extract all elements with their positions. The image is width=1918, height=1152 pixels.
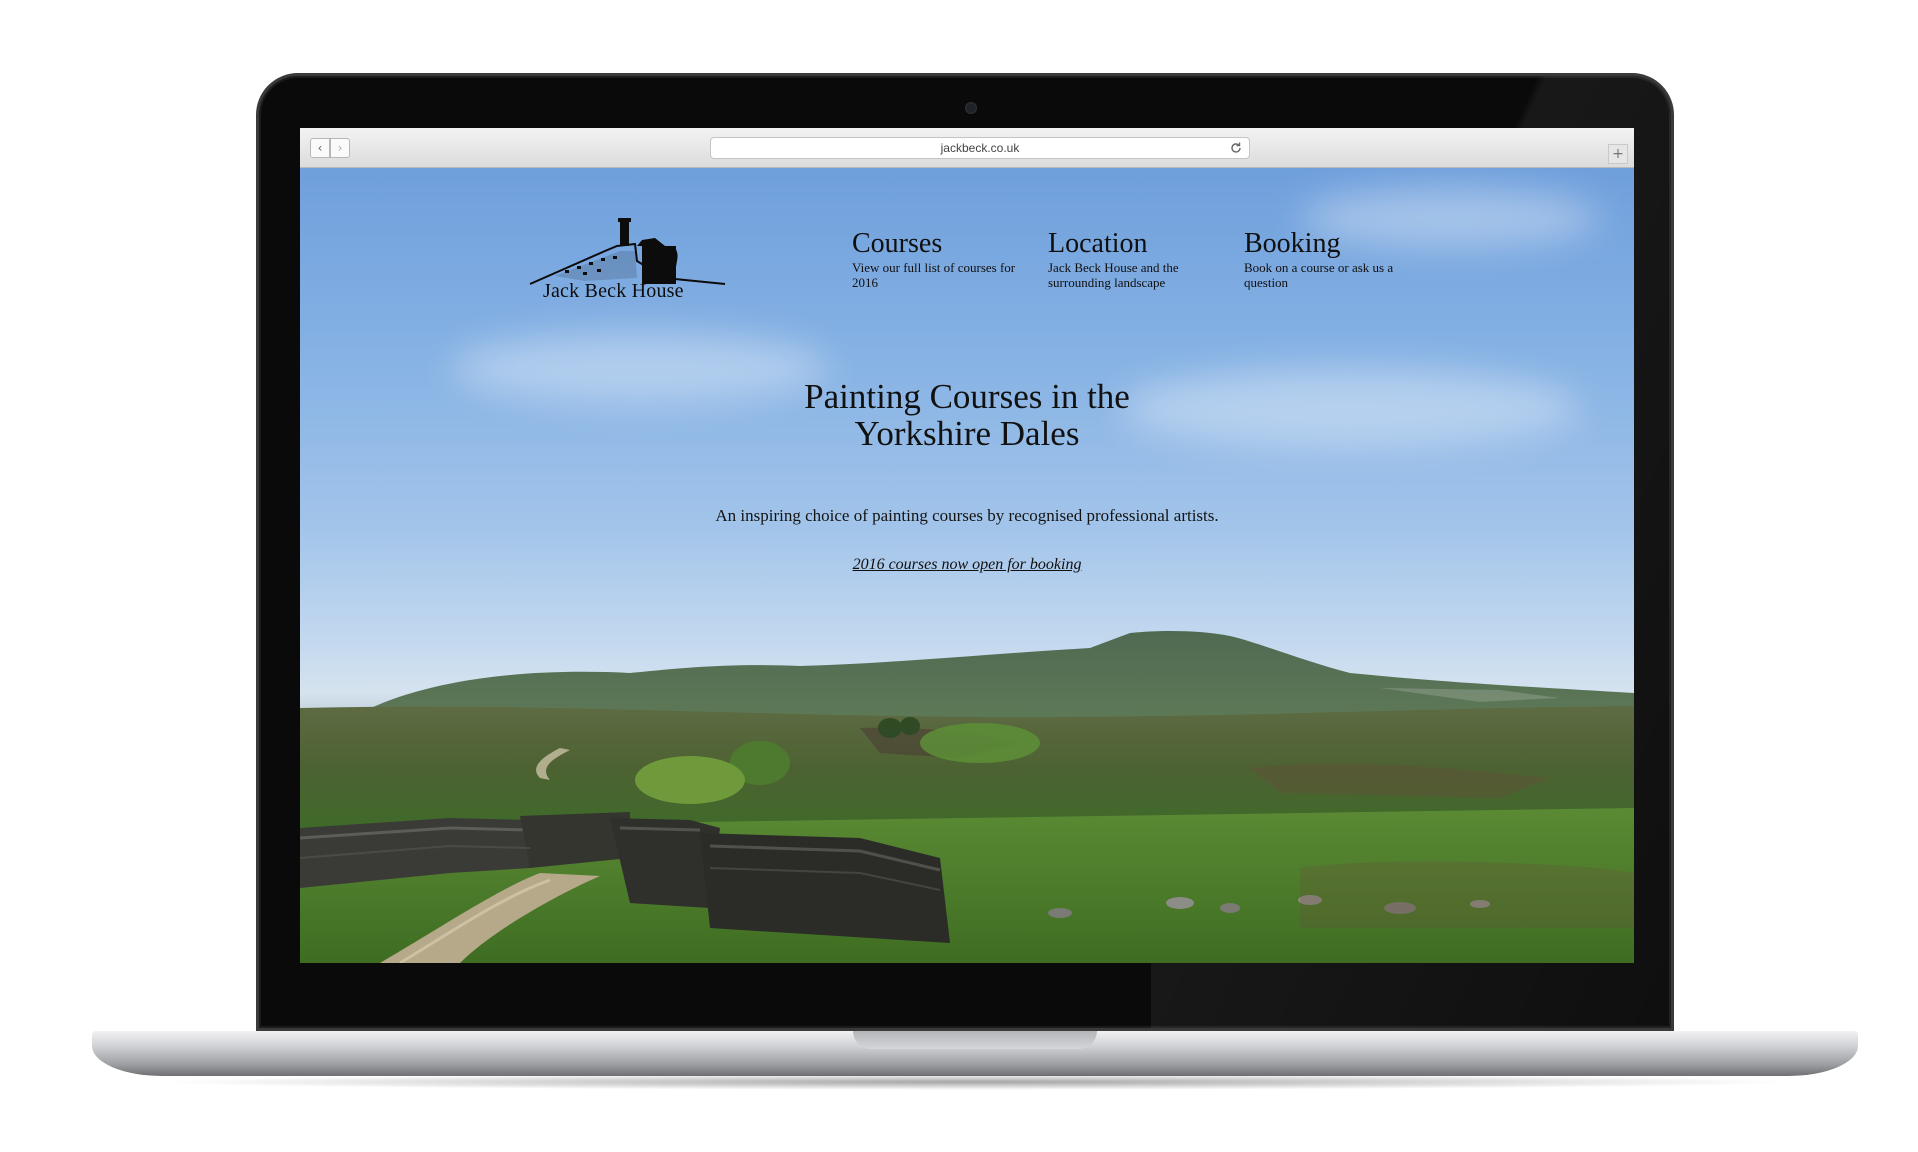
reload-icon[interactable] (1229, 141, 1243, 155)
base-shadow (150, 1074, 1800, 1090)
hero-title-line-1: Painting Courses in the (804, 377, 1130, 416)
product-mockup: ‹ › jackbeck.co.uk + Jack Beck House Cou… (0, 0, 1918, 1152)
nav-courses-title[interactable]: Courses (852, 230, 1027, 258)
nav-booking-description: Book on a course or ask us a question (1244, 260, 1394, 290)
nav-location-description: Jack Beck House and the surrounding land… (1048, 260, 1179, 290)
nav-location-title[interactable]: Location (1048, 230, 1223, 258)
web-page: Jack Beck House Courses View our full li… (300, 168, 1634, 963)
hero-title: Painting Courses in the Yorkshire Dales (667, 378, 1267, 452)
camera-icon (965, 102, 977, 114)
nav-courses[interactable]: Courses View our full list of courses fo… (852, 230, 1027, 291)
logo-wordmark: Jack Beck House (543, 280, 684, 302)
hero-title-line-2: Yorkshire Dales (854, 414, 1080, 453)
laptop-screen: ‹ › jackbeck.co.uk + Jack Beck House Cou… (300, 128, 1634, 963)
address-bar[interactable]: jackbeck.co.uk (710, 137, 1250, 159)
url-text: jackbeck.co.uk (940, 141, 1020, 155)
hero-subtitle: An inspiring choice of painting courses … (715, 506, 1219, 525)
nav-courses-description: View our full list of courses for 2016 (852, 260, 1016, 290)
nav-booking[interactable]: Booking Book on a course or ask us a que… (1244, 230, 1419, 291)
site-logo[interactable]: Jack Beck House (525, 206, 735, 316)
forward-button[interactable]: › (330, 138, 350, 158)
browser-toolbar: ‹ › jackbeck.co.uk + (300, 128, 1634, 168)
back-button[interactable]: ‹ (310, 138, 330, 158)
nav-location[interactable]: Location Jack Beck House and the surroun… (1048, 230, 1223, 291)
base-notch (853, 1031, 1097, 1049)
laptop-base (92, 1031, 1858, 1076)
new-tab-button[interactable]: + (1608, 144, 1628, 164)
nav-booking-title[interactable]: Booking (1244, 230, 1419, 258)
booking-open-link[interactable]: 2016 courses now open for booking (767, 556, 1167, 574)
